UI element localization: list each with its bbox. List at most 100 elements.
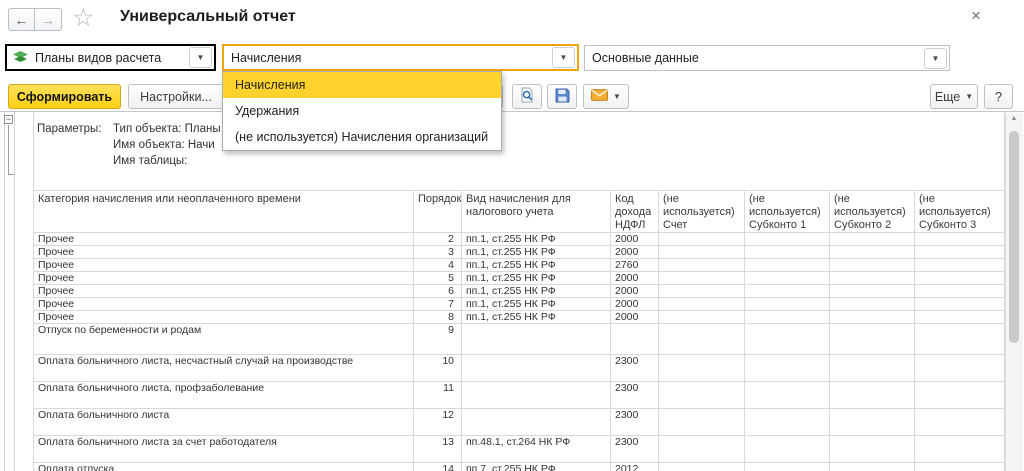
empty-cell[interactable]: [915, 233, 1006, 246]
tax-type-cell[interactable]: пп.1, ст.255 НК РФ: [462, 311, 611, 324]
collapse-group-minus-icon[interactable]: −: [4, 115, 13, 124]
empty-cell[interactable]: [659, 233, 745, 246]
order-cell[interactable]: 8: [414, 311, 462, 324]
ndfl-code-cell[interactable]: 2300: [611, 436, 659, 463]
empty-cell[interactable]: [659, 463, 745, 471]
category-cell[interactable]: Оплата больничного листа: [34, 409, 414, 436]
save-button[interactable]: [547, 84, 577, 109]
empty-cell[interactable]: [745, 382, 830, 409]
empty-cell[interactable]: [659, 246, 745, 259]
empty-cell[interactable]: [745, 311, 830, 324]
column-header[interactable]: Порядок: [414, 191, 462, 233]
object-type-combobox[interactable]: Планы видов расчета ▼: [5, 44, 216, 71]
empty-cell[interactable]: [745, 409, 830, 436]
order-cell[interactable]: 7: [414, 298, 462, 311]
category-cell[interactable]: Оплата отпуска: [34, 463, 414, 471]
object-name-chevron-down-icon[interactable]: ▼: [552, 47, 575, 68]
empty-cell[interactable]: [659, 311, 745, 324]
empty-cell[interactable]: [830, 355, 915, 382]
ndfl-code-cell[interactable]: 2000: [611, 285, 659, 298]
empty-cell[interactable]: [915, 246, 1006, 259]
empty-cell[interactable]: [915, 285, 1006, 298]
tax-type-cell[interactable]: пп.1, ст.255 НК РФ: [462, 233, 611, 246]
category-cell[interactable]: Прочее: [34, 285, 414, 298]
empty-cell[interactable]: [745, 233, 830, 246]
scrollbar-thumb[interactable]: [1009, 131, 1019, 343]
empty-cell[interactable]: [915, 324, 1006, 355]
empty-cell[interactable]: [659, 272, 745, 285]
scroll-up-arrow-icon[interactable]: ▲: [1006, 115, 1022, 122]
empty-cell[interactable]: [745, 246, 830, 259]
empty-cell[interactable]: [659, 324, 745, 355]
column-header[interactable]: Категория начисления или неоплаченного в…: [34, 191, 414, 233]
tax-type-cell[interactable]: пп.48.1, ст.264 НК РФ: [462, 436, 611, 463]
object-name-combobox[interactable]: Начисления ▼: [222, 44, 579, 71]
ndfl-code-cell[interactable]: 2000: [611, 311, 659, 324]
ndfl-code-cell[interactable]: 2000: [611, 272, 659, 285]
empty-cell[interactable]: [830, 409, 915, 436]
vertical-scrollbar[interactable]: ▲: [1005, 113, 1023, 471]
tax-type-cell[interactable]: [462, 409, 611, 436]
dropdown-item[interactable]: Удержания: [223, 98, 501, 124]
empty-cell[interactable]: [745, 259, 830, 272]
empty-cell[interactable]: [659, 409, 745, 436]
ndfl-code-cell[interactable]: 2300: [611, 382, 659, 409]
empty-cell[interactable]: [915, 382, 1006, 409]
empty-cell[interactable]: [745, 285, 830, 298]
ndfl-code-cell[interactable]: 2012: [611, 463, 659, 471]
data-composition-combobox[interactable]: Основные данные ▼: [584, 45, 950, 71]
order-cell[interactable]: 4: [414, 259, 462, 272]
empty-cell[interactable]: [830, 285, 915, 298]
close-button[interactable]: ×: [971, 7, 981, 25]
order-cell[interactable]: 3: [414, 246, 462, 259]
tax-type-cell[interactable]: пп.1, ст.255 НК РФ: [462, 259, 611, 272]
dropdown-item[interactable]: (не используется) Начисления организаций: [223, 124, 501, 150]
empty-cell[interactable]: [745, 298, 830, 311]
category-cell[interactable]: Прочее: [34, 298, 414, 311]
empty-cell[interactable]: [659, 285, 745, 298]
order-cell[interactable]: 11: [414, 382, 462, 409]
empty-cell[interactable]: [659, 298, 745, 311]
empty-cell[interactable]: [830, 324, 915, 355]
order-cell[interactable]: 12: [414, 409, 462, 436]
send-email-button[interactable]: ▼: [583, 84, 629, 109]
help-button[interactable]: ?: [984, 84, 1013, 109]
empty-cell[interactable]: [745, 436, 830, 463]
ndfl-code-cell[interactable]: [611, 324, 659, 355]
order-cell[interactable]: 13: [414, 436, 462, 463]
tax-type-cell[interactable]: пп.1, ст.255 НК РФ: [462, 246, 611, 259]
tax-type-cell[interactable]: [462, 382, 611, 409]
settings-button[interactable]: Настройки...: [128, 84, 224, 109]
empty-cell[interactable]: [745, 463, 830, 471]
empty-cell[interactable]: [745, 355, 830, 382]
empty-cell[interactable]: [915, 436, 1006, 463]
empty-cell[interactable]: [830, 233, 915, 246]
empty-cell[interactable]: [830, 436, 915, 463]
column-header[interactable]: (не используется) Субконто 1: [745, 191, 830, 233]
more-button[interactable]: Еще ▼: [930, 84, 978, 109]
order-cell[interactable]: 9: [414, 324, 462, 355]
ndfl-code-cell[interactable]: 2300: [611, 409, 659, 436]
empty-cell[interactable]: [830, 259, 915, 272]
category-cell[interactable]: Оплата больничного листа, несчастный слу…: [34, 355, 414, 382]
category-cell[interactable]: Прочее: [34, 272, 414, 285]
empty-cell[interactable]: [830, 298, 915, 311]
tax-type-cell[interactable]: [462, 324, 611, 355]
column-header[interactable]: (не используется) Субконто 2: [830, 191, 915, 233]
order-cell[interactable]: 14: [414, 463, 462, 471]
empty-cell[interactable]: [915, 311, 1006, 324]
generate-button[interactable]: Сформировать: [8, 84, 121, 109]
empty-cell[interactable]: [659, 436, 745, 463]
favorite-star-icon[interactable]: ☆: [72, 3, 94, 33]
column-header[interactable]: (не используется) Счет: [659, 191, 745, 233]
empty-cell[interactable]: [915, 298, 1006, 311]
category-cell[interactable]: Оплата больничного листа, профзаболевани…: [34, 382, 414, 409]
category-cell[interactable]: Прочее: [34, 246, 414, 259]
dropdown-item[interactable]: Начисления: [223, 72, 501, 98]
empty-cell[interactable]: [659, 259, 745, 272]
data-composition-chevron-down-icon[interactable]: ▼: [924, 48, 947, 69]
order-cell[interactable]: 10: [414, 355, 462, 382]
ndfl-code-cell[interactable]: 2000: [611, 246, 659, 259]
ndfl-code-cell[interactable]: 2000: [611, 233, 659, 246]
category-cell[interactable]: Прочее: [34, 259, 414, 272]
